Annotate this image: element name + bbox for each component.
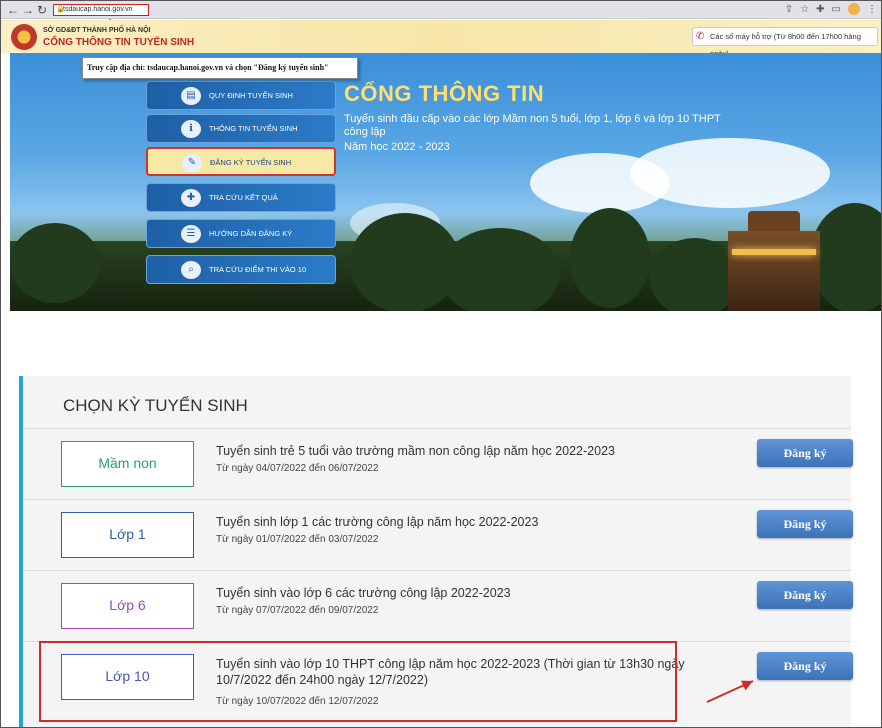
tower-lights	[732, 249, 816, 255]
instruction-callout: Truy cập địa chỉ: tsdaucap.hanoi.gov.vn …	[82, 57, 358, 79]
menu-label: ĐĂNG KÝ TUYỂN SINH	[210, 158, 292, 167]
row-title: Tuyển sinh trẻ 5 tuổi vào trường mầm non…	[216, 444, 615, 458]
hero-subtitle: Tuyển sinh đầu cấp vào các lớp Mầm non 5…	[344, 113, 721, 138]
turtle-tower	[728, 231, 820, 311]
level-badge: Mầm non	[61, 441, 194, 487]
register-button[interactable]: Đăng ký	[757, 439, 853, 467]
guide-icon: ☰	[181, 225, 201, 243]
row-date: Từ ngày 07/07/2022 đến 09/07/2022	[216, 605, 379, 616]
info-icon: ℹ	[181, 120, 201, 138]
search-result-icon: ✚	[181, 189, 201, 207]
department-name: SỞ GD&ĐT THÀNH PHỐ HÀ NỘI	[43, 27, 151, 34]
menu-dang-ky[interactable]: ✎ ĐĂNG KÝ TUYỂN SINH	[146, 147, 336, 176]
menu-tra-cuu-ket-qua[interactable]: ✚ TRA CỨU KẾT QUẢ	[146, 183, 336, 212]
row-title: Tuyển sinh vào lớp 6 các trường công lập…	[216, 586, 511, 600]
menu-label: TRA CỨU ĐIỂM THI VÀO 10	[209, 265, 307, 274]
register-button[interactable]: Đăng ký	[757, 652, 853, 680]
search-icon: ⌕	[181, 261, 201, 279]
phone-icon: ✆	[696, 31, 705, 42]
row-date: Từ ngày 04/07/2022 đến 06/07/2022	[216, 463, 379, 474]
menu-label: HƯỚNG DẪN ĐĂNG KÝ	[209, 229, 293, 238]
tree	[440, 228, 560, 311]
panel-title: CHỌN KỲ TUYỂN SINH	[63, 396, 248, 415]
row-title: Tuyển sinh lớp 1 các trường công lập năm…	[216, 515, 539, 529]
tree	[570, 208, 650, 308]
menu-label: THÔNG TIN TUYỂN SINH	[209, 124, 298, 133]
menu-quy-dinh[interactable]: ▤ QUY ĐỊNH TUYỂN SINH	[146, 81, 336, 110]
menu-label: QUY ĐỊNH TUYỂN SINH	[209, 91, 293, 100]
menu-tra-cuu-diem[interactable]: ⌕ TRA CỨU ĐIỂM THI VÀO 10	[146, 255, 336, 284]
tree	[650, 238, 740, 311]
menu-thong-tin[interactable]: ℹ THÔNG TIN TUYỂN SINH	[146, 114, 336, 143]
level-badge: Lớp 1	[61, 512, 194, 558]
emblem-logo	[11, 24, 37, 50]
site-header: SỞ GD&ĐT THÀNH PHỐ HÀ NỘI CỔNG THÔNG TIN…	[1, 20, 881, 58]
tree	[810, 203, 881, 311]
row-date: Từ ngày 01/07/2022 đến 03/07/2022	[216, 534, 379, 545]
document-icon: ▤	[181, 87, 201, 105]
tree	[10, 223, 100, 303]
menu-label: TRA CỨU KẾT QUẢ	[209, 193, 278, 202]
edit-icon: ✎	[182, 154, 202, 172]
cloud	[630, 138, 830, 208]
register-button[interactable]: Đăng ký	[757, 510, 853, 538]
hotline-button[interactable]: ✆ Các số máy hỗ trợ (Từ 8h00 đến 17h00 h…	[692, 27, 878, 58]
enrollment-row-lop-1: Lớp 1 Tuyển sinh lớp 1 các trường công l…	[23, 499, 853, 570]
hero-year: Năm học 2022 - 2023	[344, 141, 450, 153]
screenshot: ← → ↻ 🔒 tsdaucap.hanoi.gov.vn ⇪ ☆ ✚ ▭ ⋮ …	[0, 0, 882, 728]
enrollment-row-lop-6: Lớp 6 Tuyển sinh vào lớp 6 các trường cô…	[23, 570, 853, 641]
level-badge: Lớp 6	[61, 583, 194, 629]
hero-title: CỔNG THÔNG TIN	[344, 81, 545, 106]
register-button[interactable]: Đăng ký	[757, 581, 853, 609]
hero-banner: CỔNG THÔNG TIN Tuyển sinh đầu cấp vào cá…	[10, 53, 881, 311]
highlight-box	[39, 641, 677, 722]
portal-name[interactable]: CỔNG THÔNG TIN TUYỂN SINH	[43, 37, 194, 48]
enrollment-row-mam-non: Mầm non Tuyển sinh trẻ 5 tuổi vào trường…	[23, 428, 853, 499]
menu-huong-dan[interactable]: ☰ HƯỚNG DẪN ĐĂNG KÝ	[146, 219, 336, 248]
